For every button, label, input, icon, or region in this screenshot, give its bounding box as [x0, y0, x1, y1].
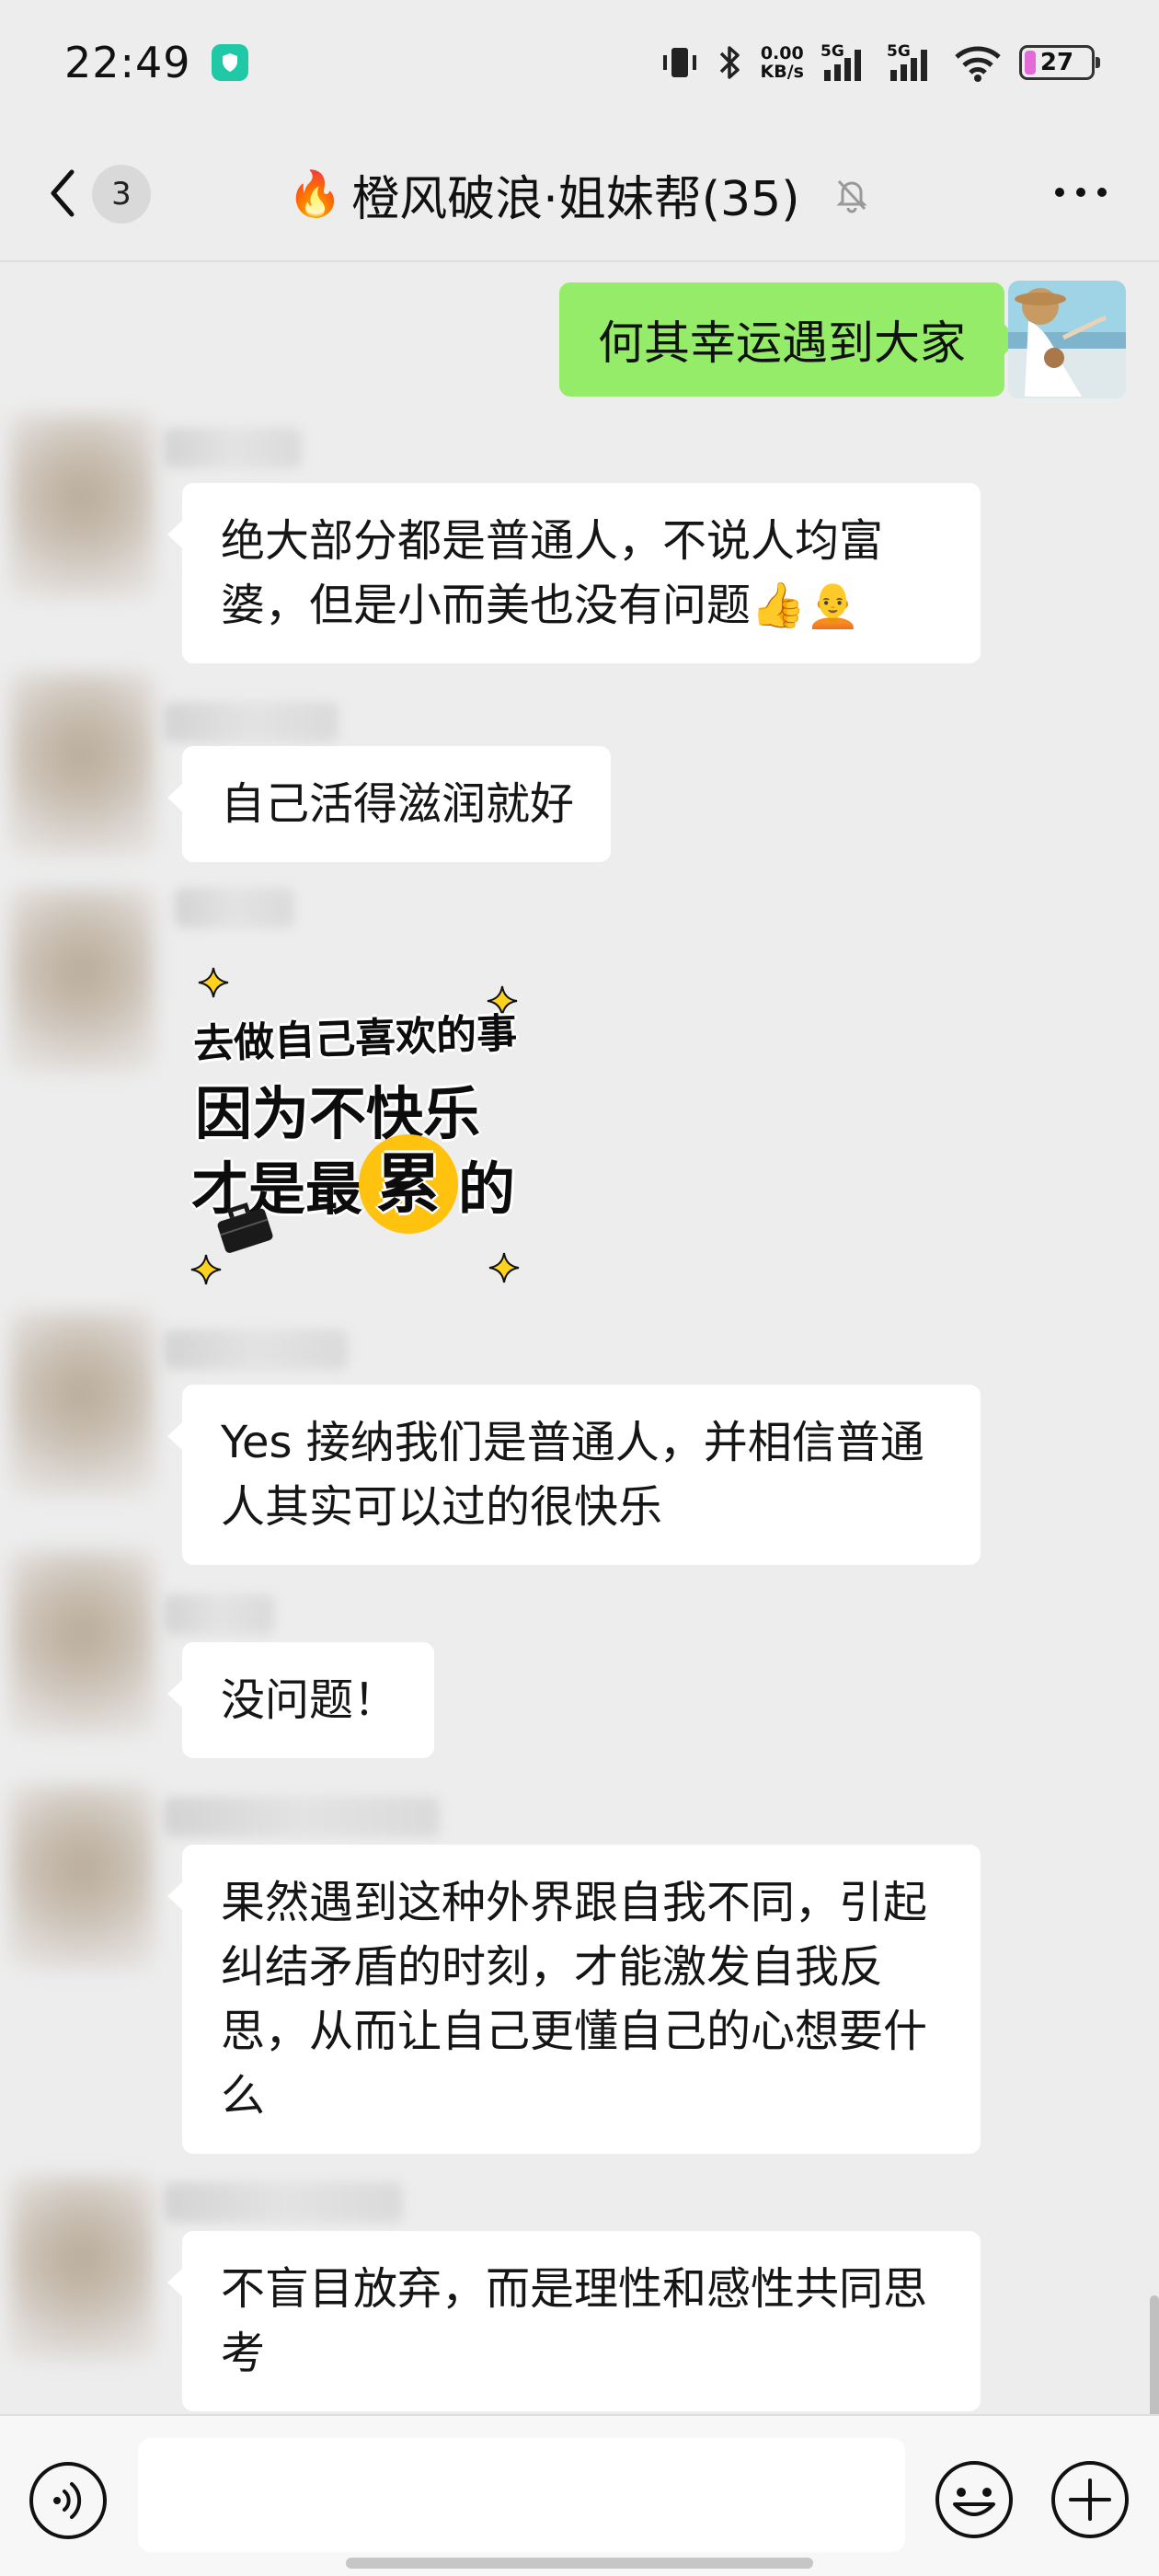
battery-level: 27	[1039, 48, 1074, 76]
signal-2: 5G	[887, 42, 936, 83]
sparkle-icon	[198, 967, 229, 998]
my-message-bubble[interactable]: 何其幸运遇到大家	[559, 282, 1020, 397]
avatar[interactable]	[9, 1311, 155, 1495]
avatar[interactable]	[9, 888, 155, 1072]
chat-title-area[interactable]: 🔥 橙风破浪·姐妹帮(35)	[0, 157, 1159, 231]
battery-icon: 27	[1019, 44, 1100, 80]
signal-1: 5G	[820, 42, 870, 83]
wifi-icon	[953, 42, 1003, 83]
plus-icon[interactable]	[1049, 2458, 1131, 2541]
fire-emoji: 🔥	[287, 168, 343, 220]
status-time: 22:49	[64, 37, 191, 87]
chat-header: 3 🔥 橙风破浪·姐妹帮(35)	[0, 124, 1159, 262]
voice-icon[interactable]	[28, 2460, 109, 2541]
input-bar	[0, 2414, 1159, 2576]
sticker-line-1: 去做自己喜欢的事	[192, 1009, 518, 1069]
shield-app-icon	[211, 43, 248, 81]
signal-1-label: 5G	[820, 41, 844, 61]
avatar-photo-icon	[1008, 281, 1126, 398]
sender-name	[164, 2182, 403, 2223]
avatar[interactable]	[9, 1550, 155, 1734]
emoji-icon[interactable]	[933, 2458, 1016, 2541]
scrollbar-thumb[interactable]	[1150, 2295, 1159, 2415]
status-bar: 22:49 0.00 KB/s 5G 5G 27	[0, 0, 1159, 124]
sender-name	[164, 1329, 348, 1370]
message-bubble[interactable]: 果然遇到这种外界跟自我不同，引起纠结矛盾的时刻，才能激发自我反思，从而让自己更懂…	[167, 1845, 981, 2154]
sender-name	[164, 1797, 440, 1837]
sticker-line-2: 因为不快乐	[195, 1080, 481, 1147]
message-bubble[interactable]: 不盲目放弃，而是理性和感性共同思考	[167, 2231, 981, 2411]
sticker-image[interactable]: 去做自己喜欢的事 因为不快乐 才是最累的	[184, 966, 552, 1306]
message-input[interactable]	[138, 2438, 905, 2552]
message-bubble[interactable]: 没问题！	[166, 1642, 435, 1758]
net-speed: 0.00 KB/s	[761, 44, 804, 81]
briefcase-icon	[217, 1202, 273, 1253]
home-indicator[interactable]	[346, 2558, 813, 2569]
more-dots-icon[interactable]	[1049, 174, 1113, 211]
sender-name	[175, 888, 294, 928]
sparkle-icon	[488, 1252, 520, 1283]
sender-name	[164, 1594, 274, 1635]
net-speed-value: 0.00	[760, 42, 804, 63]
sender-name	[164, 702, 339, 742]
sticker-line-3-end: 的	[458, 1156, 516, 1223]
signal-2-label: 5G	[887, 41, 911, 61]
bell-off-icon	[835, 179, 867, 213]
message-bubble[interactable]: 自己活得滋润就好	[166, 746, 612, 862]
bluetooth-icon	[717, 42, 744, 83]
avatar[interactable]	[9, 1785, 155, 1969]
message-list[interactable]: 何其幸运遇到大家 绝大部分都是普通人，不说人均富婆，但是小而美也没有问题👍🧑‍🦲…	[0, 262, 1159, 2415]
avatar[interactable]	[9, 2176, 155, 2360]
avatar[interactable]	[9, 672, 155, 856]
avatar[interactable]	[9, 414, 155, 598]
sticker-highlight: 累	[359, 1133, 459, 1234]
chat-title: 橙风破浪·姐妹帮(35)	[351, 171, 800, 227]
message-bubble[interactable]: 绝大部分都是普通人，不说人均富婆，但是小而美也没有问题👍🧑‍🦲	[167, 483, 981, 663]
message-bubble[interactable]: Yes 接纳我们是普通人，并相信普通人其实可以过的很快乐	[167, 1385, 981, 1565]
status-indicators: 0.00 KB/s 5G 5G 27	[660, 42, 1100, 83]
sender-name	[164, 428, 302, 468]
vibrate-icon	[660, 44, 700, 81]
net-speed-unit: KB/s	[760, 61, 804, 82]
my-avatar[interactable]	[1008, 281, 1126, 398]
